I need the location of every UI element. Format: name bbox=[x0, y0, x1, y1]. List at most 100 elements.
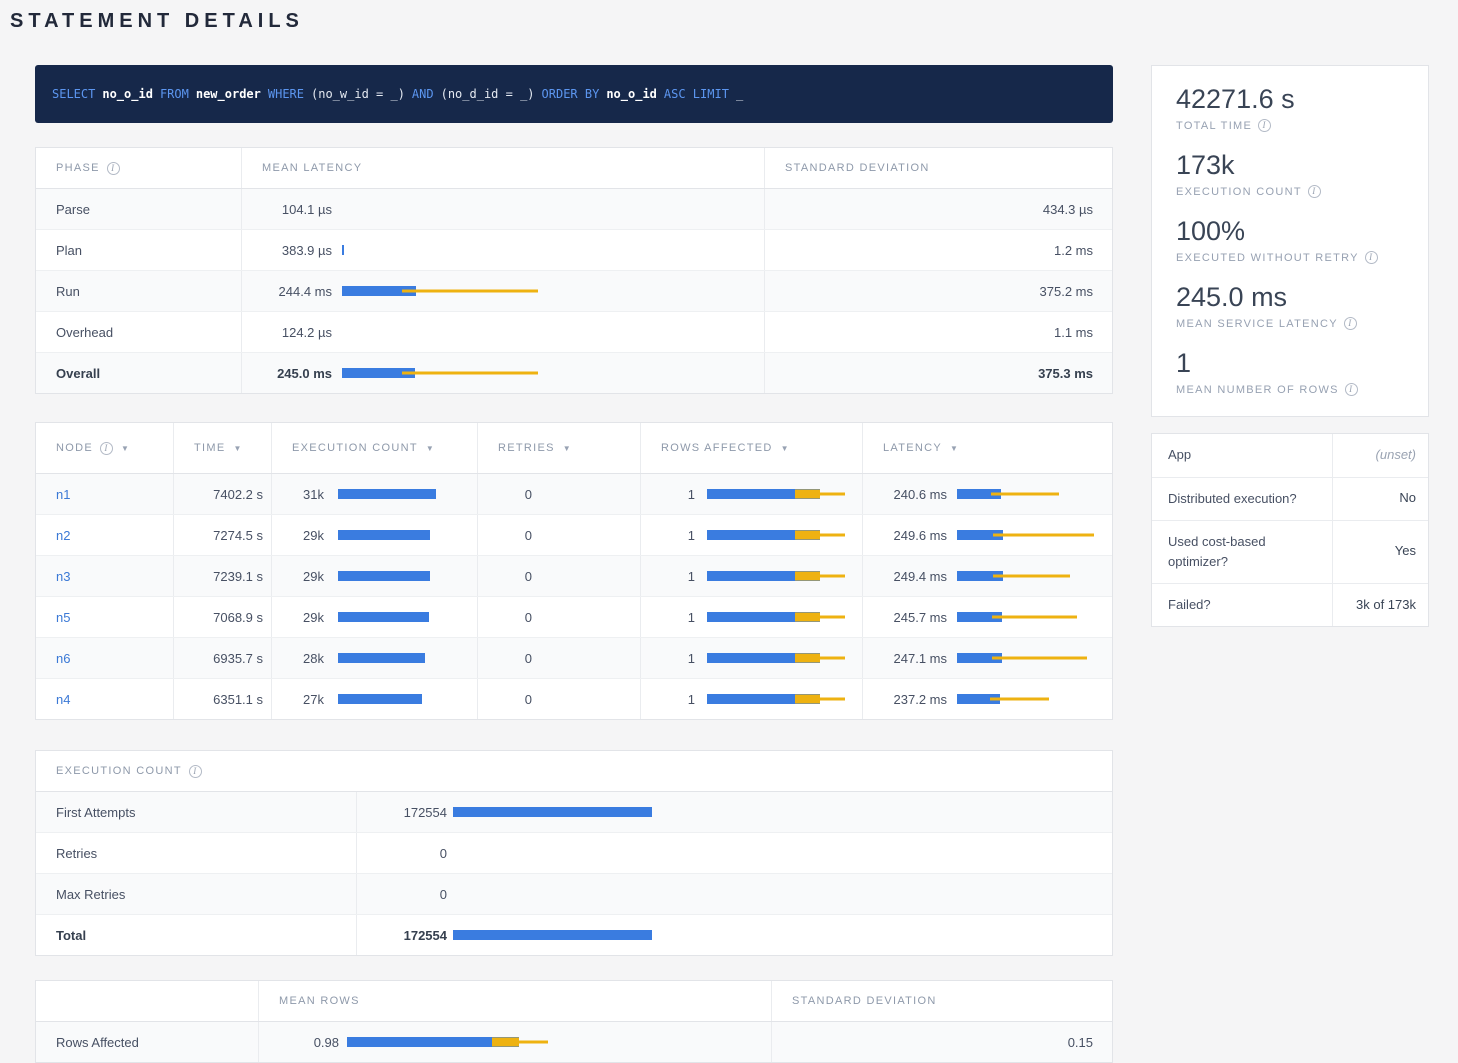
count-value: 172554 bbox=[357, 928, 447, 943]
sort-arrow-icon[interactable]: ▼ bbox=[950, 444, 959, 453]
latency-bar bbox=[957, 556, 1108, 596]
stat-value: 100% bbox=[1176, 214, 1404, 249]
stat-value: 245.0 ms bbox=[1176, 280, 1404, 315]
rows-affected-value: 1 bbox=[641, 487, 695, 502]
column-header-standard-deviation: Standard Deviation bbox=[771, 981, 1112, 1021]
retries-value: 0 bbox=[478, 569, 532, 584]
node-row: n4 6351.1 s 27k 0 1 237.2 ms bbox=[36, 678, 1112, 719]
latency-value: 249.4 ms bbox=[863, 569, 947, 584]
count-bar bbox=[453, 833, 1108, 873]
execution-count-bar bbox=[338, 679, 473, 719]
info-icon[interactable]: i bbox=[1345, 383, 1358, 396]
rows-affected-value: 1 bbox=[641, 569, 695, 584]
rows-affected-value: 1 bbox=[641, 651, 695, 666]
stat-value: 42271.6 s bbox=[1176, 82, 1404, 117]
info-icon[interactable]: i bbox=[1308, 185, 1321, 198]
sort-arrow-icon[interactable]: ▼ bbox=[426, 444, 435, 453]
latency-cell: 249.6 ms bbox=[862, 515, 1112, 555]
latency-cell: 237.2 ms bbox=[862, 679, 1112, 719]
mean-latency-value: 245.0 ms bbox=[242, 366, 332, 381]
execution-count-value: 31k bbox=[272, 487, 324, 502]
node-link[interactable]: n6 bbox=[56, 651, 70, 666]
column-label: Latency bbox=[883, 442, 942, 454]
std-dev-value: 375.3 ms bbox=[764, 353, 1112, 393]
latency-value: 237.2 ms bbox=[863, 692, 947, 707]
retries-value: 0 bbox=[478, 487, 532, 502]
sql-keyword: SELECT bbox=[52, 87, 95, 101]
column-header-time[interactable]: Time ▼ bbox=[173, 423, 271, 473]
mean-latency-cell: 124.2 µs bbox=[241, 312, 764, 352]
node-cell: n4 bbox=[36, 679, 173, 719]
mean-latency-cell: 383.9 µs bbox=[241, 230, 764, 270]
node-link[interactable]: n5 bbox=[56, 610, 70, 625]
mean-latency-cell: 104.1 µs bbox=[241, 189, 764, 229]
stat-label-text: Mean Service Latency bbox=[1176, 318, 1338, 330]
attribute-row-distributed-execution: Distributed execution? No bbox=[1152, 477, 1428, 520]
sort-arrow-icon[interactable]: ▼ bbox=[781, 444, 790, 453]
node-link[interactable]: n1 bbox=[56, 487, 70, 502]
column-header-node[interactable]: Node i ▼ bbox=[36, 423, 173, 473]
attribute-row-failed: Failed? 3k of 173k bbox=[1152, 583, 1428, 626]
exec-row-first-attempts: First Attempts 172554 bbox=[36, 792, 1112, 832]
execution-count-bar bbox=[338, 597, 473, 637]
execution-count-body: First Attempts 172554 Retries 0 bbox=[36, 792, 1112, 955]
node-link[interactable]: n2 bbox=[56, 528, 70, 543]
latency-value: 245.7 ms bbox=[863, 610, 947, 625]
sort-arrow-icon[interactable]: ▼ bbox=[121, 444, 130, 453]
execution-count-bar bbox=[338, 638, 473, 678]
node-link[interactable]: n4 bbox=[56, 692, 70, 707]
column-header-latency[interactable]: Latency ▼ bbox=[862, 423, 1112, 473]
node-cell: n1 bbox=[36, 474, 173, 514]
std-dev-value: 375.2 ms bbox=[764, 271, 1112, 311]
info-icon[interactable]: i bbox=[1365, 251, 1378, 264]
info-icon[interactable]: i bbox=[189, 765, 202, 778]
row-label: Total bbox=[36, 915, 356, 955]
sql-statement-banner: SELECTno_o_idFROMnew_orderWHERE(no_w_id … bbox=[35, 65, 1113, 123]
execution-count-value: 29k bbox=[272, 528, 324, 543]
sort-arrow-icon[interactable]: ▼ bbox=[563, 444, 572, 453]
attribute-label: Distributed execution? bbox=[1152, 478, 1332, 520]
info-icon[interactable]: i bbox=[1344, 317, 1357, 330]
execution-count-bar bbox=[338, 515, 473, 555]
row-label: Rows Affected bbox=[36, 1022, 258, 1062]
info-icon[interactable]: i bbox=[100, 442, 113, 455]
phase-row-run: Run 244.4 ms 375.2 ms bbox=[36, 270, 1112, 311]
attribute-value: 3k of 173k bbox=[1332, 584, 1428, 626]
rows-affected-value: 1 bbox=[641, 692, 695, 707]
mean-latency-value: 383.9 µs bbox=[242, 243, 332, 258]
latency-bar bbox=[342, 271, 760, 311]
execution-count-cell: 28k bbox=[271, 638, 477, 678]
column-header-execution-count[interactable]: Execution Count ▼ bbox=[271, 423, 477, 473]
phase-row-overall: Overall 245.0 ms 375.3 ms bbox=[36, 352, 1112, 393]
latency-bar bbox=[342, 353, 760, 393]
phase-row-overhead: Overhead 124.2 µs 1.1 ms bbox=[36, 311, 1112, 352]
latency-bar bbox=[957, 679, 1108, 719]
exec-row-max-retries: Max Retries 0 bbox=[36, 873, 1112, 914]
column-header-retries[interactable]: Retries ▼ bbox=[477, 423, 640, 473]
info-icon[interactable]: i bbox=[107, 162, 120, 175]
column-header-phase: Phase i bbox=[36, 148, 241, 188]
execution-count-bar bbox=[338, 556, 473, 596]
column-header-rows-affected[interactable]: Rows Affected ▼ bbox=[640, 423, 862, 473]
node-row: n5 7068.9 s 29k 0 1 245.7 ms bbox=[36, 596, 1112, 637]
std-dev-value: 0.15 bbox=[771, 1022, 1112, 1062]
count-cell: 0 bbox=[356, 833, 1112, 873]
node-link[interactable]: n3 bbox=[56, 569, 70, 584]
sql-keyword: AND bbox=[412, 87, 434, 101]
latency-bar bbox=[342, 230, 760, 270]
phase-row-plan: Plan 383.9 µs 1.2 ms bbox=[36, 229, 1112, 270]
sql-expression: _ bbox=[736, 87, 743, 101]
sort-arrow-icon[interactable]: ▼ bbox=[233, 444, 242, 453]
stat-label-text: Mean Number of Rows bbox=[1176, 384, 1339, 396]
mean-latency-value: 104.1 µs bbox=[242, 202, 332, 217]
stat-label: Mean Number of Rows i bbox=[1176, 383, 1404, 396]
stat-mean-service-latency: 245.0 ms Mean Service Latency i bbox=[1176, 280, 1404, 330]
rows-affected-value: 1 bbox=[641, 610, 695, 625]
info-icon[interactable]: i bbox=[1258, 119, 1271, 132]
column-label: Mean Latency bbox=[262, 162, 362, 174]
count-bar bbox=[453, 915, 1108, 955]
statement-summary-card: 42271.6 s Total Time i 173k Execution Co… bbox=[1151, 65, 1429, 417]
execution-count-cell: 29k bbox=[271, 556, 477, 596]
latency-bar bbox=[342, 312, 760, 352]
phase-table-header: Phase i Mean Latency Standard Deviation bbox=[36, 148, 1112, 189]
